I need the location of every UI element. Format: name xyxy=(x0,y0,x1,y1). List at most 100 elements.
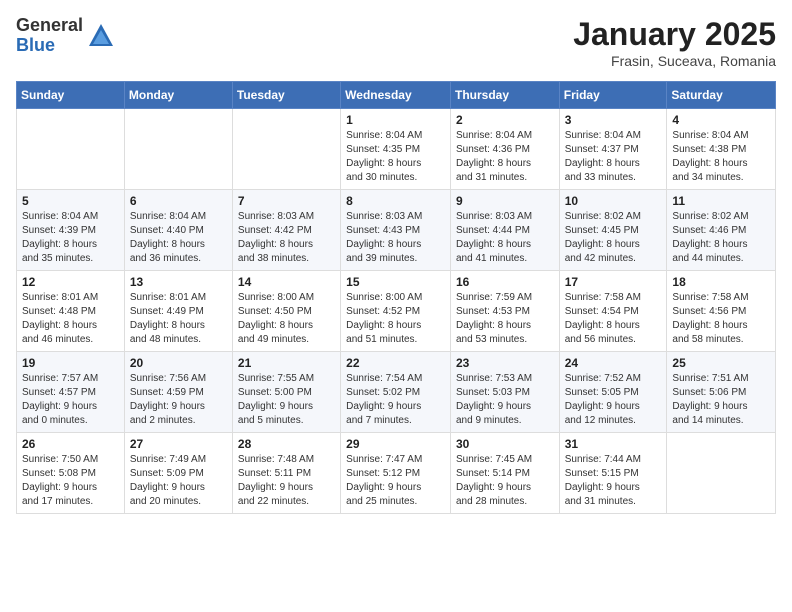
table-row: 9Sunrise: 8:03 AM Sunset: 4:44 PM Daylig… xyxy=(450,190,559,271)
day-info: Sunrise: 8:03 AM Sunset: 4:43 PM Dayligh… xyxy=(346,210,445,266)
day-number: 1 xyxy=(346,113,445,127)
day-number: 17 xyxy=(565,275,662,289)
day-number: 11 xyxy=(672,194,770,208)
page-header: General Blue January 2025 Frasin, Suceav… xyxy=(16,16,776,69)
day-info: Sunrise: 8:04 AM Sunset: 4:39 PM Dayligh… xyxy=(22,210,119,266)
header-friday: Friday xyxy=(559,82,667,109)
day-number: 12 xyxy=(22,275,119,289)
calendar-week-row: 26Sunrise: 7:50 AM Sunset: 5:08 PM Dayli… xyxy=(17,433,776,514)
day-info: Sunrise: 8:03 AM Sunset: 4:44 PM Dayligh… xyxy=(456,210,554,266)
table-row: 10 Sunrise: 8:02 AM Sunset: 4:45 PM Dayli… xyxy=(559,190,667,271)
table-row: 29 Sunrise: 7:47 AM Sunset: 5:12 PM Dayli… xyxy=(341,433,451,514)
location: Frasin, Suceava, Romania xyxy=(573,53,776,69)
table-row: 30Sunrise: 7:45 AM Sunset: 5:14 PM Dayli… xyxy=(450,433,559,514)
day-info: Sunrise: 7:48 AM Sunset: 5:11 PM Dayligh… xyxy=(238,453,335,509)
calendar-week-row: 19 Sunrise: 7:57 AM Sunset: 4:57 PM Dayli… xyxy=(17,352,776,433)
table-row: 25 Sunrise: 7:51 AM Sunset: 5:06 PM Dayli… xyxy=(667,352,776,433)
logo: General Blue xyxy=(16,16,115,56)
day-info: Sunrise: 7:53 AM Sunset: 5:03 PM Dayligh… xyxy=(456,372,554,428)
day-info: Sunrise: 8:00 AM Sunset: 4:52 PM Dayligh… xyxy=(346,291,445,347)
day-info: Sunrise: 7:45 AM Sunset: 5:14 PM Dayligh… xyxy=(456,453,554,509)
day-number: 8 xyxy=(346,194,445,208)
day-number: 25 xyxy=(672,356,770,370)
table-row: 23 Sunrise: 7:53 AM Sunset: 5:03 PM Dayli… xyxy=(450,352,559,433)
table-row: 22 Sunrise: 7:54 AM Sunset: 5:02 PM Dayli… xyxy=(341,352,451,433)
logo-general: General xyxy=(16,16,83,36)
day-number: 21 xyxy=(238,356,335,370)
day-number: 28 xyxy=(238,437,335,451)
day-number: 31 xyxy=(565,437,662,451)
header-thursday: Thursday xyxy=(450,82,559,109)
table-row: 13Sunrise: 8:01 AM Sunset: 4:49 PM Dayli… xyxy=(124,271,232,352)
day-number: 24 xyxy=(565,356,662,370)
header-monday: Monday xyxy=(124,82,232,109)
day-number: 6 xyxy=(130,194,227,208)
day-info: Sunrise: 8:04 AM Sunset: 4:35 PM Dayligh… xyxy=(346,129,445,185)
calendar-header-row: Sunday Monday Tuesday Wednesday Thursday… xyxy=(17,82,776,109)
day-number: 29 xyxy=(346,437,445,451)
table-row: 26Sunrise: 7:50 AM Sunset: 5:08 PM Dayli… xyxy=(17,433,125,514)
table-row: 5Sunrise: 8:04 AM Sunset: 4:39 PM Daylig… xyxy=(17,190,125,271)
header-wednesday: Wednesday xyxy=(341,82,451,109)
day-info: Sunrise: 7:56 AM Sunset: 4:59 PM Dayligh… xyxy=(130,372,227,428)
day-number: 22 xyxy=(346,356,445,370)
logo-icon xyxy=(87,22,115,50)
table-row: 11 Sunrise: 8:02 AM Sunset: 4:46 PM Dayli… xyxy=(667,190,776,271)
table-row xyxy=(667,433,776,514)
table-row: 4 Sunrise: 8:04 AM Sunset: 4:38 PM Daylig… xyxy=(667,109,776,190)
day-info: Sunrise: 7:44 AM Sunset: 5:15 PM Dayligh… xyxy=(565,453,662,509)
calendar-week-row: 12 Sunrise: 8:01 AM Sunset: 4:48 PM Dayli… xyxy=(17,271,776,352)
table-row: 27Sunrise: 7:49 AM Sunset: 5:09 PM Dayli… xyxy=(124,433,232,514)
table-row: 28 Sunrise: 7:48 AM Sunset: 5:11 PM Dayli… xyxy=(232,433,340,514)
day-number: 15 xyxy=(346,275,445,289)
table-row: 20Sunrise: 7:56 AM Sunset: 4:59 PM Dayli… xyxy=(124,352,232,433)
day-number: 4 xyxy=(672,113,770,127)
day-info: Sunrise: 8:01 AM Sunset: 4:49 PM Dayligh… xyxy=(130,291,227,347)
day-info: Sunrise: 7:58 AM Sunset: 4:54 PM Dayligh… xyxy=(565,291,662,347)
day-info: Sunrise: 7:52 AM Sunset: 5:05 PM Dayligh… xyxy=(565,372,662,428)
calendar-week-row: 5Sunrise: 8:04 AM Sunset: 4:39 PM Daylig… xyxy=(17,190,776,271)
table-row: 18Sunrise: 7:58 AM Sunset: 4:56 PM Dayli… xyxy=(667,271,776,352)
day-number: 3 xyxy=(565,113,662,127)
calendar-table: Sunday Monday Tuesday Wednesday Thursday… xyxy=(16,81,776,514)
day-info: Sunrise: 8:01 AM Sunset: 4:48 PM Dayligh… xyxy=(22,291,119,347)
day-number: 7 xyxy=(238,194,335,208)
day-number: 19 xyxy=(22,356,119,370)
day-number: 23 xyxy=(456,356,554,370)
day-info: Sunrise: 7:47 AM Sunset: 5:12 PM Dayligh… xyxy=(346,453,445,509)
day-info: Sunrise: 7:51 AM Sunset: 5:06 PM Dayligh… xyxy=(672,372,770,428)
day-info: Sunrise: 7:54 AM Sunset: 5:02 PM Dayligh… xyxy=(346,372,445,428)
day-number: 10 xyxy=(565,194,662,208)
day-info: Sunrise: 8:02 AM Sunset: 4:45 PM Dayligh… xyxy=(565,210,662,266)
day-info: Sunrise: 8:04 AM Sunset: 4:37 PM Dayligh… xyxy=(565,129,662,185)
logo-blue: Blue xyxy=(16,36,83,56)
month-title: January 2025 xyxy=(573,16,776,53)
table-row xyxy=(124,109,232,190)
day-number: 18 xyxy=(672,275,770,289)
table-row: 19 Sunrise: 7:57 AM Sunset: 4:57 PM Dayli… xyxy=(17,352,125,433)
table-row: 1 Sunrise: 8:04 AM Sunset: 4:35 PM Daylig… xyxy=(341,109,451,190)
table-row: 16Sunrise: 7:59 AM Sunset: 4:53 PM Dayli… xyxy=(450,271,559,352)
day-info: Sunrise: 7:49 AM Sunset: 5:09 PM Dayligh… xyxy=(130,453,227,509)
day-info: Sunrise: 8:02 AM Sunset: 4:46 PM Dayligh… xyxy=(672,210,770,266)
day-number: 16 xyxy=(456,275,554,289)
calendar-week-row: 1 Sunrise: 8:04 AM Sunset: 4:35 PM Daylig… xyxy=(17,109,776,190)
day-info: Sunrise: 7:57 AM Sunset: 4:57 PM Dayligh… xyxy=(22,372,119,428)
day-number: 14 xyxy=(238,275,335,289)
table-row xyxy=(232,109,340,190)
table-row: 21Sunrise: 7:55 AM Sunset: 5:00 PM Dayli… xyxy=(232,352,340,433)
table-row: 12 Sunrise: 8:01 AM Sunset: 4:48 PM Dayli… xyxy=(17,271,125,352)
day-info: Sunrise: 8:00 AM Sunset: 4:50 PM Dayligh… xyxy=(238,291,335,347)
day-info: Sunrise: 8:04 AM Sunset: 4:38 PM Dayligh… xyxy=(672,129,770,185)
table-row: 3 Sunrise: 8:04 AM Sunset: 4:37 PM Daylig… xyxy=(559,109,667,190)
day-info: Sunrise: 8:04 AM Sunset: 4:40 PM Dayligh… xyxy=(130,210,227,266)
day-info: Sunrise: 7:50 AM Sunset: 5:08 PM Dayligh… xyxy=(22,453,119,509)
table-row: 6 Sunrise: 8:04 AM Sunset: 4:40 PM Daylig… xyxy=(124,190,232,271)
table-row: 7Sunrise: 8:03 AM Sunset: 4:42 PM Daylig… xyxy=(232,190,340,271)
header-tuesday: Tuesday xyxy=(232,82,340,109)
day-info: Sunrise: 8:04 AM Sunset: 4:36 PM Dayligh… xyxy=(456,129,554,185)
table-row: 15 Sunrise: 8:00 AM Sunset: 4:52 PM Dayli… xyxy=(341,271,451,352)
header-sunday: Sunday xyxy=(17,82,125,109)
table-row: 24 Sunrise: 7:52 AM Sunset: 5:05 PM Dayli… xyxy=(559,352,667,433)
logo-text: General Blue xyxy=(16,16,83,56)
